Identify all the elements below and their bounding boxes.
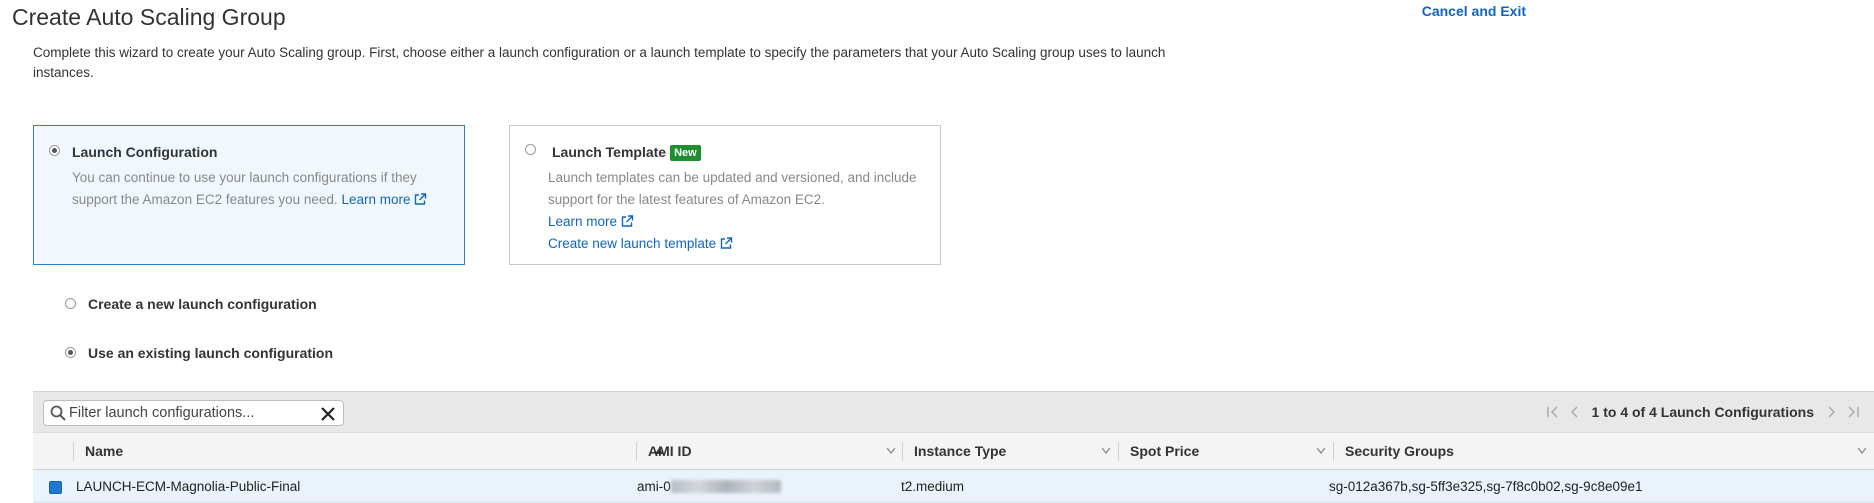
row-ami-id: ami-0 <box>637 470 781 503</box>
launch-template-description-text: Launch templates can be updated and vers… <box>548 170 917 207</box>
use-existing-launch-configuration-option[interactable]: Use an existing launch configuration <box>65 345 333 361</box>
launch-configuration-title: Launch Configuration <box>72 144 218 160</box>
use-existing-launch-configuration-label: Use an existing launch configuration <box>88 345 334 361</box>
redacted-value <box>670 480 781 493</box>
launch-template-card[interactable]: Launch Template New Launch templates can … <box>509 125 941 265</box>
launch-template-title: Launch Template New <box>552 144 701 161</box>
row-select-checkbox[interactable] <box>49 481 62 494</box>
next-page-icon[interactable] <box>1824 405 1838 419</box>
intro-text: Complete this wizard to create your Auto… <box>33 45 1166 80</box>
previous-page-icon[interactable] <box>1568 405 1582 419</box>
create-new-launch-configuration-option[interactable]: Create a new launch configuration <box>65 296 317 312</box>
column-header-security-groups[interactable]: Security Groups <box>1333 433 1874 470</box>
row-name: LAUNCH-ECM-Magnolia-Public-Final <box>76 479 301 494</box>
external-link-icon <box>621 215 634 227</box>
use-existing-launch-configuration-radio[interactable] <box>65 347 76 358</box>
column-header-name[interactable]: Name <box>73 433 669 470</box>
launch-template-radio[interactable] <box>525 144 536 155</box>
row-security-groups: sg-012a367b,sg-5ff3e325,sg-7f8c0b02,sg-9… <box>1329 479 1643 494</box>
launch-template-learn-more-link[interactable]: Learn more <box>548 214 634 229</box>
column-header-spot-price[interactable]: Spot Price <box>1118 433 1333 470</box>
create-new-launch-configuration-label: Create a new launch configuration <box>88 296 317 312</box>
cancel-and-exit-link[interactable]: Cancel and Exit <box>1422 3 1526 19</box>
search-icon <box>50 405 66 421</box>
row-instance-type: t2.medium <box>901 479 965 494</box>
chevron-down-icon <box>887 448 895 454</box>
launch-configuration-card[interactable]: Launch Configuration You can continue to… <box>33 125 465 265</box>
launch-template-description: Launch templates can be updated and vers… <box>548 167 922 255</box>
pagination: 1 to 4 of 4 Launch Configurations <box>1542 404 1864 420</box>
pagination-count: 1 to 4 of 4 Launch Configurations <box>1591 404 1814 420</box>
table-header: Name AMI ID Instance Type Spot Price Sec… <box>33 432 1874 470</box>
create-new-launch-configuration-radio[interactable] <box>65 298 76 309</box>
table-toolbar: 1 to 4 of 4 Launch Configurations <box>33 391 1874 432</box>
clear-filter-icon[interactable] <box>320 406 336 422</box>
launch-configuration-radio[interactable] <box>49 145 60 156</box>
external-link-icon <box>720 237 733 249</box>
launch-configuration-description: You can continue to use your launch conf… <box>72 167 446 211</box>
chevron-down-icon <box>1858 448 1866 454</box>
filter-launch-configurations-input[interactable] <box>69 404 309 422</box>
column-header-ami-id[interactable]: AMI ID <box>636 433 902 470</box>
table-row[interactable]: LAUNCH-ECM-Magnolia-Public-Final ami-0 t… <box>33 470 1874 503</box>
first-page-icon[interactable] <box>1546 405 1560 419</box>
page-title: Create Auto Scaling Group <box>12 4 286 30</box>
create-new-launch-template-link[interactable]: Create new launch template <box>548 236 733 251</box>
column-header-instance-type[interactable]: Instance Type <box>902 433 1118 470</box>
chevron-down-icon <box>1317 448 1325 454</box>
filter-box <box>43 400 344 426</box>
last-page-icon[interactable] <box>1846 405 1860 419</box>
chevron-down-icon <box>1102 448 1110 454</box>
external-link-icon <box>415 193 427 205</box>
new-badge: New <box>670 145 701 161</box>
launch-configuration-learn-more-link[interactable]: Learn more <box>341 192 427 207</box>
